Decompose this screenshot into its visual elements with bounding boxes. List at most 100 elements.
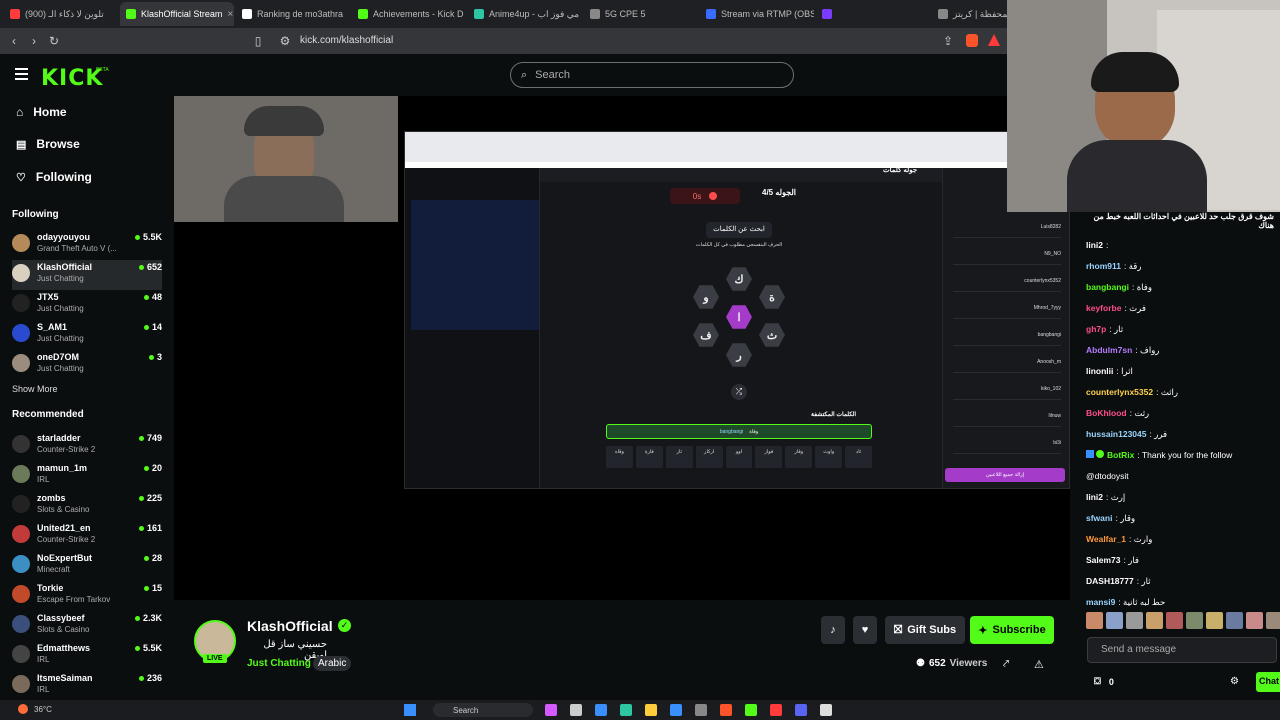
sidebar-channel[interactable]: Classybeef Slots & Casino 2.3K [12,611,162,641]
search-input[interactable]: ⌕ Search [510,62,794,88]
sidebar-channel[interactable]: ItsmeSaiman IRL 236 [12,671,162,701]
share-icon[interactable]: ⤤ [1003,658,1009,671]
browser-tab[interactable]: Anime4up - مي فوز اب [468,2,582,26]
streamer-name[interactable]: KlashOfficial [247,618,333,634]
emote-icon[interactable] [1186,612,1203,629]
sidebar-channel[interactable]: mamun_1m IRL 20 [12,461,162,491]
xbox-icon[interactable] [745,704,757,716]
browser-tab[interactable]: Ranking de mo3athra [236,2,350,26]
chat-username[interactable]: DASH18777 [1086,576,1134,586]
chat-username[interactable]: hussain123045 [1086,429,1146,439]
chat-button[interactable]: Chat [1256,672,1280,692]
share-icon[interactable]: ⇪ [938,34,958,48]
chat-input[interactable]: Send a message [1087,637,1277,663]
nav-following[interactable]: ♡ Following [16,170,92,184]
chat-username[interactable]: lini2 [1086,492,1103,502]
browser-tab[interactable]: KlashOfficial Stream × [120,2,234,26]
sidebar-channel[interactable]: S_AM1 Just Chatting 14 [12,320,162,350]
letter-hex[interactable]: ف [693,323,719,347]
chat-username[interactable]: keyforbe [1086,303,1121,313]
browser-tab[interactable]: Achievements - Kick D [352,2,466,26]
nav-home[interactable]: ⌂ Home [16,105,67,119]
letter-hex[interactable]: ك [726,267,752,291]
chat-username[interactable]: Abdulm7sn [1086,345,1132,355]
chat-username[interactable]: sfwani [1086,513,1112,523]
forward-icon[interactable]: › [24,34,44,48]
emote-icon[interactable] [1166,612,1183,629]
letter-hex[interactable]: ر [726,343,752,367]
brave-rewards-icon[interactable] [988,34,1000,46]
report-icon[interactable]: ⚠ [1034,658,1044,671]
site-info-icon[interactable]: ⚙ [275,34,295,48]
brave-icon[interactable] [720,704,732,716]
browser-tab[interactable]: (900) تلوين لا ذكاء الـ [4,2,118,26]
close-tab-icon[interactable]: × [227,9,233,20]
kick-logo[interactable]: KICK [41,66,103,91]
obs-icon[interactable] [820,704,832,716]
emote-icon[interactable] [1246,612,1263,629]
browser-tab[interactable]: Stream via RTMP (OBS [700,2,814,26]
sidebar-channel[interactable]: KlashOfficial Just Chatting 652 [12,260,162,290]
chat-username[interactable]: mansi9 [1086,597,1115,607]
emote-icon[interactable] [1206,612,1223,629]
chrome-icon[interactable] [770,704,782,716]
bookmark-icon[interactable]: ▯ [248,34,268,48]
follow-button[interactable]: ♥ [853,616,877,644]
chat-username[interactable]: Wealfar_1 [1086,534,1126,544]
chat-username[interactable]: Salem73 [1086,555,1121,565]
browser-tab[interactable]: 5G CPE 5 [584,2,698,26]
reload-icon[interactable]: ↻ [44,34,64,48]
app-icon[interactable] [545,704,557,716]
sidebar-channel[interactable]: oneD7OM Just Chatting 3 [12,350,162,380]
chat-username[interactable]: bangbangi [1086,282,1129,292]
discord-icon[interactable] [795,704,807,716]
language-tag[interactable]: Arabic [313,656,352,671]
brave-shield-icon[interactable] [966,34,978,47]
remove-players-button[interactable]: إزالة جميع اللاعبين [945,468,1065,482]
emote-icon[interactable] [1106,612,1123,629]
taskbar-search[interactable]: Search [433,703,533,717]
center-letter-hex[interactable]: ا [726,305,752,329]
sidebar-channel[interactable]: NoExpertBut Minecraft 28 [12,551,162,581]
sidebar-channel[interactable]: JTX5 Just Chatting 48 [12,290,162,320]
browser-tab[interactable] [816,2,930,26]
emote-icon[interactable] [1146,612,1163,629]
shuffle-icon[interactable]: ⤮ [731,384,747,400]
settings-icon[interactable]: ⚙ [1230,676,1239,687]
letter-hex[interactable]: ث [759,323,785,347]
letter-hex[interactable]: ة [759,285,785,309]
sidebar-channel[interactable]: zombs Slots & Casino 225 [12,491,162,521]
category-link[interactable]: Just Chatting [247,658,311,669]
show-more-link[interactable]: Show More [12,384,58,394]
explorer-icon[interactable] [645,704,657,716]
sidebar-channel[interactable]: odayyouyou Grand Theft Auto V (... 5.5K [12,230,162,260]
chat-username[interactable]: BoKhlood [1086,408,1127,418]
sidebar-channel[interactable]: Torkie Escape From Tarkov 15 [12,581,162,611]
emote-icon[interactable] [1266,612,1280,629]
url-field[interactable]: kick.com/klashofficial [300,35,393,46]
emote-icon[interactable] [1126,612,1143,629]
letter-hex[interactable]: و [693,285,719,309]
file-icon[interactable] [570,704,582,716]
chest-icon[interactable]: ⛋ [1094,676,1101,687]
chat-username[interactable]: lini2 [1086,240,1103,250]
gift-subs-button[interactable]: ⛝ Gift Subs [885,616,965,644]
chat-username[interactable]: BotRix [1107,450,1134,460]
edge-icon[interactable] [620,704,632,716]
menu-icon[interactable] [15,68,28,80]
sidebar-channel[interactable]: United21_en Counter-Strike 2 161 [12,521,162,551]
sidebar-channel[interactable]: starladder Counter-Strike 2 749 [12,431,162,461]
edge-icon[interactable] [670,704,682,716]
notification-button[interactable]: ♪ [821,616,845,644]
chat-username[interactable]: linonlii [1086,366,1113,376]
chat-username[interactable]: counterlynx5352 [1086,387,1153,397]
emote-icon[interactable] [1226,612,1243,629]
sidebar-channel[interactable]: Edmatthews IRL 5.5K [12,641,162,671]
emote-icon[interactable] [1086,612,1103,629]
chat-username[interactable]: gh7p [1086,324,1106,334]
store-icon[interactable] [695,704,707,716]
nav-browse[interactable]: ▤ Browse [16,137,80,151]
subscribe-button[interactable]: ✦ Subscribe [970,616,1054,644]
back-icon[interactable]: ‹ [4,34,24,48]
chat-username[interactable]: rhom911 [1086,261,1121,271]
